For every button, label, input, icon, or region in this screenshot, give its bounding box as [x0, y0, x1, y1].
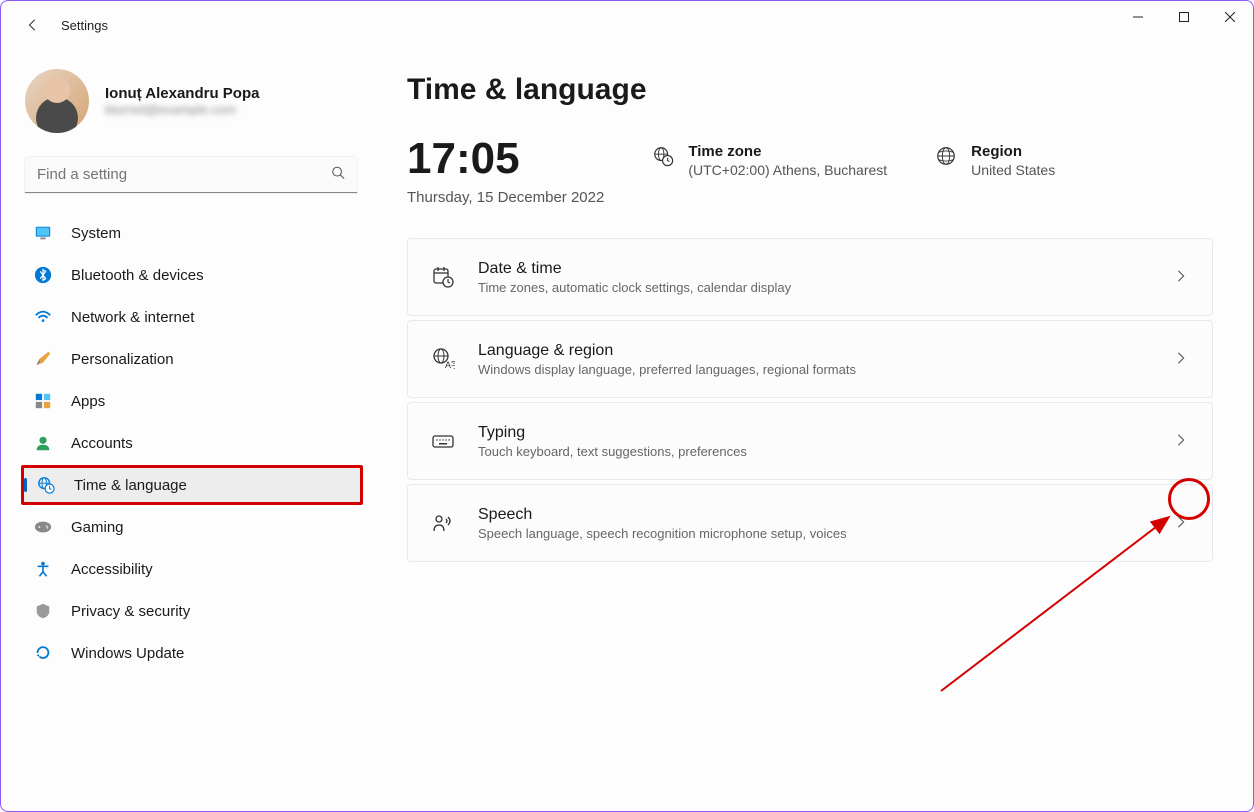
card-date-time[interactable]: Date & time Time zones, automatic clock … — [407, 238, 1213, 316]
card-typing[interactable]: Typing Touch keyboard, text suggestions,… — [407, 402, 1213, 480]
globe-clock-icon — [36, 475, 56, 495]
apps-icon — [33, 391, 53, 411]
nav-label: System — [71, 225, 121, 242]
card-subtitle: Time zones, automatic clock settings, ca… — [478, 280, 1152, 295]
keyboard-icon — [430, 428, 456, 454]
sidebar-item-windows-update[interactable]: Windows Update — [21, 633, 363, 673]
nav-label: Gaming — [71, 519, 124, 536]
search-box — [25, 157, 357, 193]
gamepad-icon — [33, 517, 53, 537]
accessibility-icon — [33, 559, 53, 579]
clock-time: 17:05 — [407, 137, 604, 181]
svg-text:A字: A字 — [445, 359, 455, 370]
main-content: Time & language 17:05 Thursday, 15 Decem… — [371, 49, 1253, 811]
region-value: United States — [971, 162, 1055, 178]
nav-label: Time & language — [74, 477, 187, 494]
search-icon — [331, 166, 345, 185]
settings-cards: Date & time Time zones, automatic clock … — [407, 238, 1213, 562]
close-button[interactable] — [1207, 1, 1253, 33]
page-title: Time & language — [407, 73, 1213, 107]
monitor-icon — [33, 223, 53, 243]
back-button[interactable] — [17, 9, 49, 41]
nav-label: Privacy & security — [71, 603, 190, 620]
search-input[interactable] — [25, 157, 357, 193]
calendar-clock-icon — [430, 264, 456, 290]
sidebar-item-accounts[interactable]: Accounts — [21, 423, 363, 463]
nav-label: Windows Update — [71, 645, 184, 662]
nav-label: Network & internet — [71, 309, 194, 326]
card-language-region[interactable]: A字 Language & region Windows display lan… — [407, 320, 1213, 398]
nav-label: Accessibility — [71, 561, 153, 578]
shield-icon — [33, 601, 53, 621]
person-icon — [33, 433, 53, 453]
sidebar-item-personalization[interactable]: Personalization — [21, 339, 363, 379]
sidebar-item-gaming[interactable]: Gaming — [21, 507, 363, 547]
sidebar-item-network[interactable]: Network & internet — [21, 297, 363, 337]
maximize-button[interactable] — [1161, 1, 1207, 33]
chevron-right-icon — [1174, 269, 1190, 285]
nav-label: Apps — [71, 393, 105, 410]
sidebar-item-apps[interactable]: Apps — [21, 381, 363, 421]
chevron-right-icon — [1174, 351, 1190, 367]
nav-label: Personalization — [71, 351, 174, 368]
globe-icon — [935, 145, 957, 167]
timezone-label: Time zone — [688, 143, 887, 160]
sidebar-item-accessibility[interactable]: Accessibility — [21, 549, 363, 589]
status-row: 17:05 Thursday, 15 December 2022 Time zo… — [407, 137, 1213, 206]
window-controls — [1115, 1, 1253, 33]
language-icon: A字 — [430, 346, 456, 372]
sidebar: Ionuț Alexandru Popa blurred@example.com… — [1, 49, 371, 811]
profile-block[interactable]: Ionuț Alexandru Popa blurred@example.com — [21, 61, 363, 153]
nav-list: System Bluetooth & devices Network & int… — [21, 213, 363, 673]
sidebar-item-bluetooth[interactable]: Bluetooth & devices — [21, 255, 363, 295]
clock-block: 17:05 Thursday, 15 December 2022 — [407, 137, 604, 206]
sidebar-item-time-language[interactable]: Time & language — [21, 465, 363, 505]
timezone-block: Time zone (UTC+02:00) Athens, Bucharest — [652, 143, 887, 178]
avatar — [25, 69, 89, 133]
sidebar-item-privacy[interactable]: Privacy & security — [21, 591, 363, 631]
region-block: Region United States — [935, 143, 1055, 178]
globe-clock-icon — [652, 145, 674, 167]
card-subtitle: Touch keyboard, text suggestions, prefer… — [478, 444, 1152, 459]
chevron-right-icon — [1174, 515, 1190, 531]
card-title: Language & region — [478, 342, 1152, 360]
profile-email: blurred@example.com — [105, 102, 259, 117]
card-title: Typing — [478, 424, 1152, 442]
clock-date: Thursday, 15 December 2022 — [407, 189, 604, 206]
minimize-button[interactable] — [1115, 1, 1161, 33]
nav-label: Accounts — [71, 435, 133, 452]
update-icon — [33, 643, 53, 663]
region-label: Region — [971, 143, 1055, 160]
profile-name: Ionuț Alexandru Popa — [105, 85, 259, 102]
chevron-right-icon — [1174, 433, 1190, 449]
timezone-value: (UTC+02:00) Athens, Bucharest — [688, 162, 887, 178]
bluetooth-icon — [33, 265, 53, 285]
paintbrush-icon — [33, 349, 53, 369]
wifi-icon — [33, 307, 53, 327]
card-speech[interactable]: Speech Speech language, speech recogniti… — [407, 484, 1213, 562]
nav-label: Bluetooth & devices — [71, 267, 204, 284]
card-subtitle: Windows display language, preferred lang… — [478, 362, 1152, 377]
titlebar: Settings — [1, 1, 1253, 49]
card-title: Speech — [478, 506, 1152, 524]
app-title: Settings — [61, 18, 108, 33]
card-subtitle: Speech language, speech recognition micr… — [478, 526, 1152, 541]
speech-icon — [430, 510, 456, 536]
card-title: Date & time — [478, 260, 1152, 278]
sidebar-item-system[interactable]: System — [21, 213, 363, 253]
